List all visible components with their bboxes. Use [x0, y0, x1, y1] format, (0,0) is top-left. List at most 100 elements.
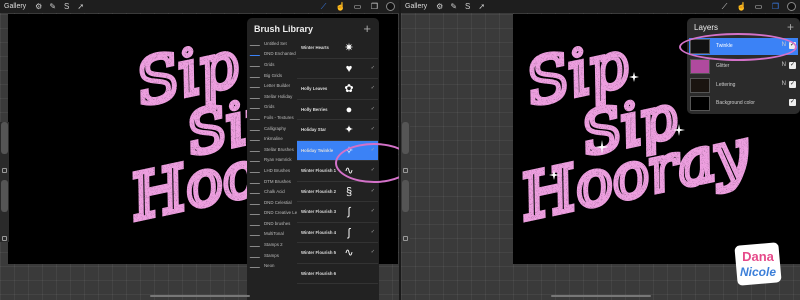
blend-mode[interactable]: N — [782, 81, 786, 87]
color-picker-icon[interactable] — [386, 2, 395, 11]
layer-thumbnail — [690, 96, 710, 111]
brush-item[interactable]: Winter Flourish 2 § ✓ — [297, 182, 378, 202]
brush-preview-icon: ● — [345, 103, 353, 116]
undo-button[interactable] — [2, 236, 7, 241]
brush-set-item[interactable]: Neon — [248, 260, 297, 271]
brush-set-item[interactable]: DND Enchanted Wint... — [248, 49, 297, 60]
brush-preview-icon: ✷ — [344, 42, 354, 54]
selection-icon[interactable]: S — [462, 1, 473, 12]
gallery-button[interactable]: Gallery — [405, 3, 427, 10]
brush-item[interactable]: Winter Hearts ✷ — [297, 38, 378, 59]
visibility-checkbox[interactable]: ✓ — [789, 81, 796, 88]
eraser-icon[interactable]: ▭ — [351, 1, 364, 12]
brush-set-label: DND Creative Lettering — [264, 210, 297, 216]
brush-set-item[interactable]: Inkmaline — [248, 133, 297, 144]
brush-item[interactable]: Winter Flourish 4 ʃ ✓ — [297, 223, 378, 243]
wrench-icon[interactable]: ⚙ — [434, 1, 445, 12]
eraser-icon[interactable]: ▭ — [752, 1, 765, 12]
brush-stroke-icon — [249, 189, 263, 195]
brush-set-item[interactable]: Foils - Textures — [248, 112, 297, 123]
brush-set-item[interactable]: Stellar Brushes — [248, 144, 297, 155]
brush-set-label: Stellar Brushes — [264, 146, 294, 152]
brush-size-slider[interactable] — [1, 122, 8, 154]
layers-icon[interactable]: ❐ — [368, 1, 381, 12]
brush-set-item[interactable]: DND Creative Lettering — [248, 208, 297, 219]
add-brush-icon[interactable]: + — [363, 21, 371, 36]
brush-set-item[interactable]: Stamps — [248, 250, 297, 261]
brush-name: Winter Flourish 4 — [301, 229, 337, 235]
brush-set-item[interactable]: Stellar Holiday — [248, 91, 297, 102]
brush-item[interactable]: Holly Berries ● ✓ — [297, 100, 378, 120]
checkmark-icon: ✓ — [370, 208, 375, 214]
brush-set-item[interactable]: LHD Brushes — [248, 165, 297, 176]
add-layer-icon[interactable]: + — [787, 20, 794, 34]
brush-set-item[interactable]: Chalk Acid — [248, 186, 297, 197]
brush-set-label: Grids — [264, 104, 275, 110]
brush-icon[interactable]: ⟋ — [317, 1, 330, 12]
brush-set-item[interactable]: DND brushes — [248, 218, 297, 229]
brush-name: Winter Flourish 2 — [301, 188, 337, 194]
adjustments-icon[interactable]: ✎ — [448, 1, 459, 12]
opacity-slider[interactable] — [1, 180, 8, 212]
brush-set-item[interactable]: DND Celestial — [248, 197, 297, 208]
visibility-checkbox[interactable]: ✓ — [789, 99, 796, 106]
opacity-slider[interactable] — [402, 180, 409, 212]
checkmark-icon: ✓ — [370, 126, 375, 132]
transform-icon[interactable]: ➚ — [476, 1, 487, 12]
brush-set-label: DTM Brushes — [264, 178, 291, 184]
brush-item[interactable]: Holiday Star ✦ ✓ — [297, 120, 378, 141]
adjustments-icon[interactable]: ✎ — [47, 1, 58, 12]
eyedropper-button[interactable] — [403, 168, 408, 173]
brush-set-item[interactable]: Calligraphy — [248, 123, 297, 134]
wrench-icon[interactable]: ⚙ — [33, 1, 44, 12]
brush-set-item[interactable]: Grids — [248, 59, 297, 70]
brush-set-item[interactable]: Ryan Hamrick — [248, 155, 297, 166]
brush-name: Winter Flourish 3 — [301, 209, 337, 214]
brush-set-label: Neon — [264, 263, 275, 269]
smudge-icon[interactable]: ☝ — [334, 1, 347, 12]
layer-row-background[interactable]: Background color ✓ — [689, 95, 798, 112]
brush-set-item[interactable]: Big Grids — [248, 70, 297, 81]
brush-set-item[interactable]: Untitled Set — [248, 38, 297, 49]
brush-item[interactable]: ♥ ✓ — [297, 59, 378, 79]
top-toolbar: Gallery ⚙ ✎ S ➚ ⟋ ☝ ▭ ❐ — [0, 0, 399, 13]
visibility-checkbox[interactable]: ✓ — [789, 62, 796, 69]
color-picker-icon[interactable] — [787, 2, 796, 11]
brush-stroke-icon — [249, 93, 263, 99]
smudge-icon[interactable]: ☝ — [735, 1, 748, 12]
brush-preview-icon: ∿ — [344, 247, 354, 259]
gallery-button[interactable]: Gallery — [4, 3, 26, 10]
blend-mode[interactable]: N — [782, 62, 786, 68]
undo-button[interactable] — [403, 236, 408, 241]
brush-set-item[interactable]: Grids — [248, 102, 297, 113]
brush-name: Holly Berries — [301, 106, 328, 112]
transform-icon[interactable]: ➚ — [75, 1, 86, 12]
brush-preview-icon: ʃ — [347, 226, 351, 239]
brush-icon[interactable]: ⟋ — [718, 1, 731, 12]
brush-set-item[interactable]: Letter Builder — [248, 80, 297, 91]
brush-stroke-icon — [249, 242, 263, 248]
brush-size-slider[interactable] — [402, 122, 409, 154]
brush-set-item[interactable]: Stamps 2 — [248, 239, 297, 250]
brush-item[interactable]: Holly Leaves ✿ ✓ — [297, 79, 378, 100]
brush-item[interactable]: Winter Flourish 5 ∿ ✓ — [297, 243, 378, 264]
layers-icon[interactable]: ❐ — [769, 1, 782, 12]
brush-name: Winter Flourish 6 — [301, 270, 337, 276]
selection-icon[interactable]: S — [61, 1, 72, 12]
brush-stroke-icon — [249, 40, 263, 46]
eyedropper-button[interactable] — [2, 168, 7, 173]
panel-title: Layers — [694, 23, 719, 32]
brush-set-item[interactable]: MultiTonal — [248, 229, 297, 240]
brush-name: Winter Flourish 1 — [301, 168, 337, 173]
brush-stroke-icon — [249, 104, 263, 110]
brush-stroke-icon — [249, 114, 263, 120]
brush-item[interactable]: Winter Flourish 3 ∫ ✓ — [297, 202, 378, 223]
layer-thumbnail — [690, 59, 710, 74]
brush-preview-icon: ∫ — [347, 206, 351, 218]
checkmark-icon: ✓ — [370, 187, 375, 194]
brush-preview-icon: § — [345, 185, 353, 198]
side-controls — [401, 122, 410, 242]
brush-item[interactable]: Winter Flourish 6 — [297, 264, 378, 284]
layer-row-lettering[interactable]: Lettering N ✓ — [689, 77, 798, 94]
brush-set-item[interactable]: DTM Brushes — [248, 176, 297, 187]
